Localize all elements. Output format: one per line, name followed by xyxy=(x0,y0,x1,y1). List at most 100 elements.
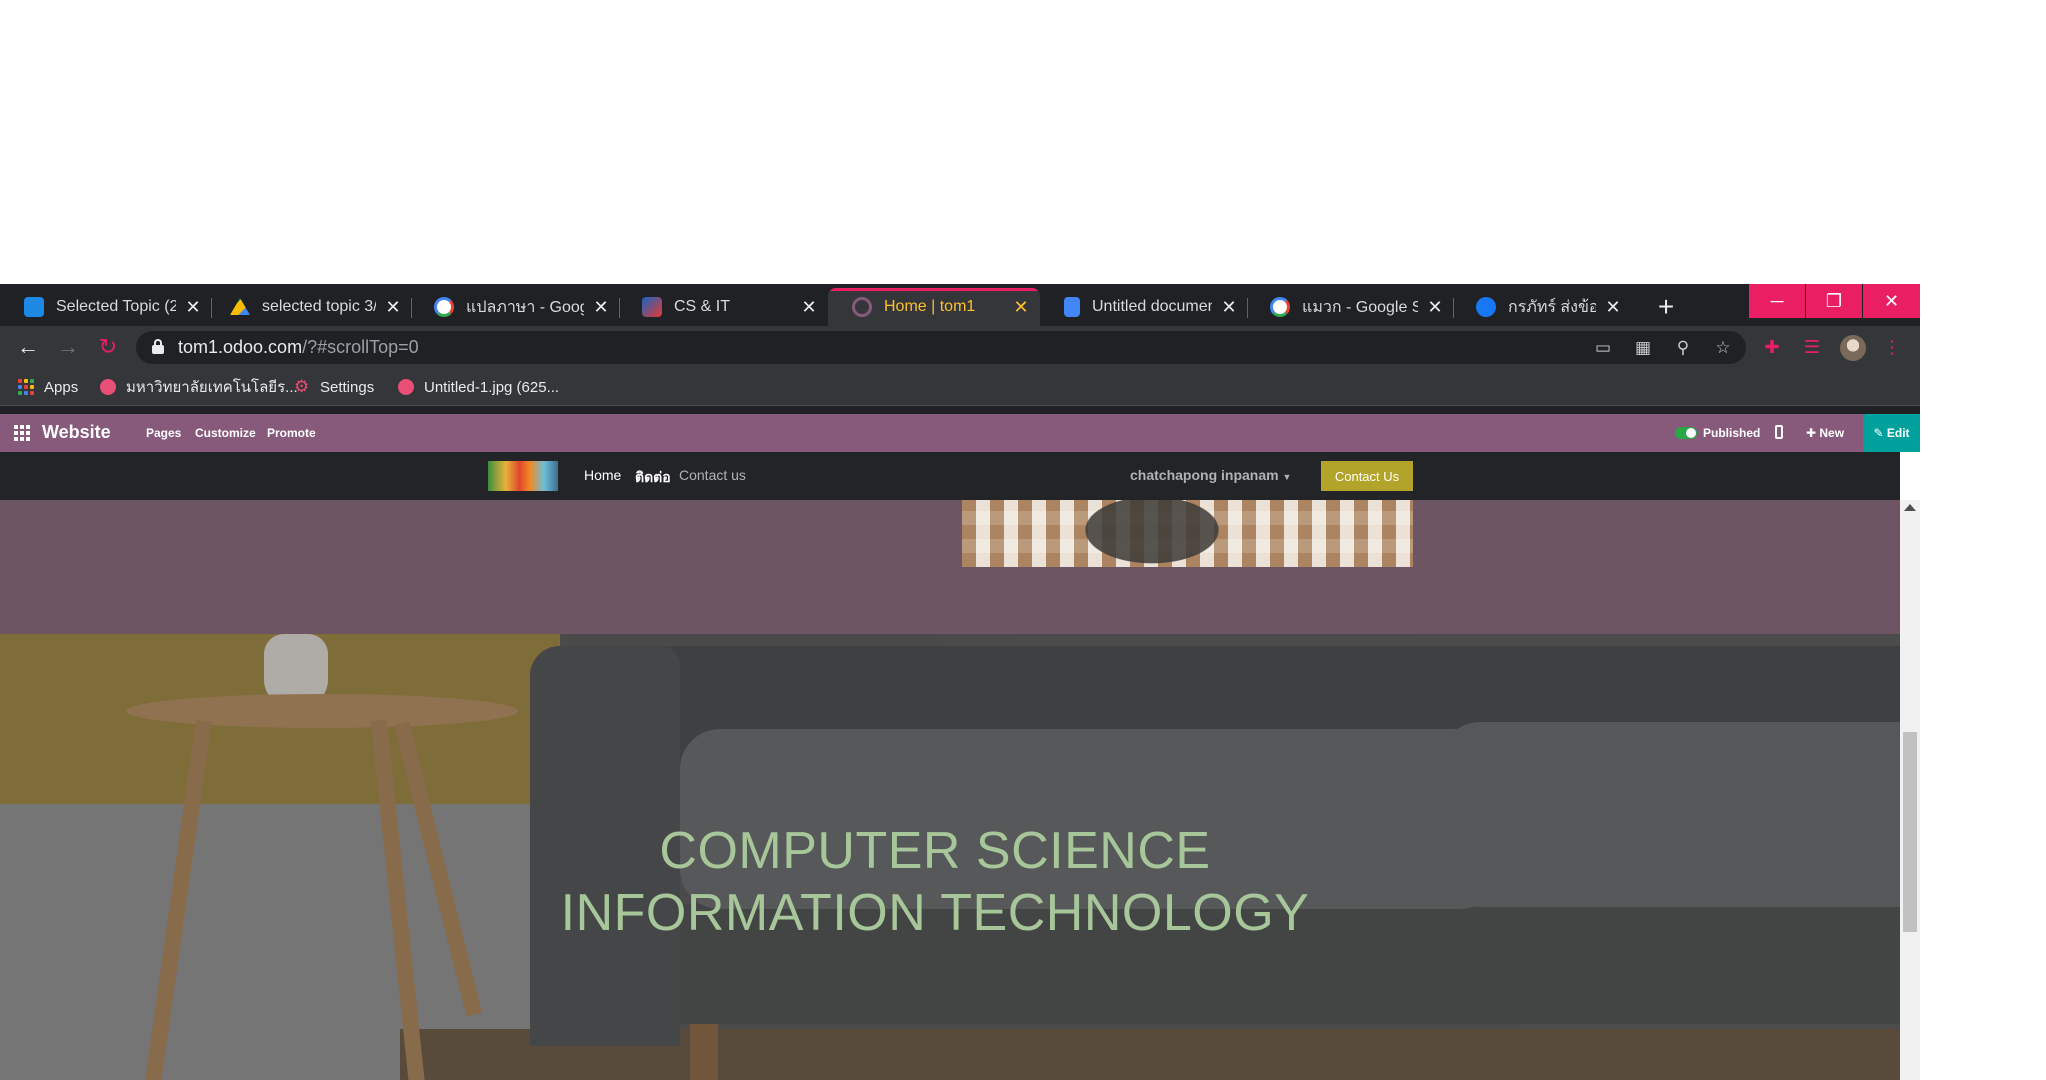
cast-icon[interactable]: ▭ xyxy=(1592,337,1614,359)
hero-title-line1: COMPUTER SCIENCE xyxy=(659,822,1211,880)
site-header: Home ติดต่อ Contact us chatchapong inpan… xyxy=(0,452,1900,500)
tab-title: กรภัทร์ ส่งข้อความถึงค xyxy=(1508,298,1596,316)
lock-icon[interactable] xyxy=(152,339,164,355)
close-icon[interactable]: ✕ xyxy=(1604,297,1622,318)
restore-button[interactable]: ❐ xyxy=(1806,284,1862,318)
nav-contact-us[interactable]: Contact us xyxy=(679,467,746,483)
hero-title-line2: INFORMATION TECHNOLOGY xyxy=(560,884,1310,942)
site-icon xyxy=(100,379,116,395)
user-name: chatchapong inpanam xyxy=(1130,467,1279,483)
bookmark-label: Untitled-1.jpg (625... xyxy=(424,378,560,396)
tab-title: แมวก - Google Sea xyxy=(1302,298,1418,316)
close-icon[interactable]: ✕ xyxy=(1220,297,1238,318)
bookmark-label: Settings xyxy=(320,378,375,396)
bookmark-university[interactable]: มหาวิทยาลัยเทคโนโลยีร... xyxy=(100,377,298,397)
address-bar[interactable]: tom1.odoo.com/?#scrollTop=0 ▭ ▦ ⚲ ☆ xyxy=(136,331,1746,364)
caret-down-icon: ▼ xyxy=(1282,472,1292,482)
odoo-icon xyxy=(852,297,872,317)
bookmarks-bar: Apps มหาวิทยาลัยเทคโนโลยีร... ⚙ Settings… xyxy=(0,368,1920,406)
apps-menu-icon[interactable] xyxy=(14,425,30,441)
browser-window: Selected Topic (2/2 ✕ selected topic 3/3… xyxy=(0,284,1920,1080)
star-icon[interactable]: ☆ xyxy=(1712,337,1734,359)
tab-facebook[interactable]: กรภัทร์ ส่งข้อความถึงค ✕ xyxy=(1452,288,1632,326)
screen: Selected Topic (2/2 ✕ selected topic 3/3… xyxy=(0,0,2046,1080)
scroll-up-arrow-icon[interactable] xyxy=(1904,504,1916,511)
content-band xyxy=(0,500,1900,634)
reading-list-icon[interactable]: ☰ xyxy=(1800,335,1824,359)
edit-label: Edit xyxy=(1886,426,1910,440)
google-icon xyxy=(434,297,454,317)
extensions-icon[interactable]: ✚ xyxy=(1760,335,1784,359)
url-path: /?#scrollTop=0 xyxy=(302,337,419,357)
site-icon xyxy=(398,379,414,395)
tab-selected-topic-3[interactable]: selected topic 3/3/ ✕ xyxy=(206,288,412,326)
published-toggle[interactable] xyxy=(1675,427,1697,439)
cat-image xyxy=(962,500,1413,567)
plus-icon: ✚ xyxy=(1806,426,1820,440)
google-classroom-icon xyxy=(24,297,44,317)
site-logo[interactable] xyxy=(488,461,558,491)
tab-cs-it[interactable]: CS & IT ✕ xyxy=(618,288,828,326)
address-bar-row: ← → ↻ tom1.odoo.com/?#scrollTop=0 ▭ ▦ ⚲ … xyxy=(0,326,1920,368)
menu-promote[interactable]: Promote xyxy=(267,426,316,440)
google-docs-icon xyxy=(1064,297,1080,317)
bookmark-label: มหาวิทยาลัยเทคโนโลยีร... xyxy=(126,379,298,396)
tab-title: Home | tom1 xyxy=(884,298,976,315)
facebook-icon xyxy=(1476,297,1496,317)
avatar[interactable] xyxy=(1840,335,1866,361)
mobile-preview-icon[interactable] xyxy=(1775,425,1783,439)
bookmark-apps[interactable]: Apps xyxy=(18,377,78,397)
new-button[interactable]: ✚ New xyxy=(1806,426,1844,440)
tab-google-translate[interactable]: แปลภาษา - Google ✕ xyxy=(410,288,620,326)
forward-button[interactable]: → xyxy=(54,334,82,362)
menu-customize[interactable]: Customize xyxy=(195,426,256,440)
close-icon[interactable]: ✕ xyxy=(1426,297,1444,318)
user-menu[interactable]: chatchapong inpanam ▼ xyxy=(1130,467,1291,483)
close-icon[interactable]: ✕ xyxy=(800,297,818,318)
published-label[interactable]: Published xyxy=(1703,426,1760,440)
nav-contact-thai[interactable]: ติดต่อ xyxy=(635,467,671,489)
tab-title: แปลภาษา - Google xyxy=(466,298,584,316)
url-host: tom1.odoo.com xyxy=(178,337,303,357)
minimize-button[interactable]: ─ xyxy=(1749,284,1805,318)
nav-home[interactable]: Home xyxy=(584,467,621,483)
menu-icon[interactable]: ⋮ xyxy=(1880,335,1904,359)
pencil-icon: ✎ xyxy=(1873,426,1887,440)
google-icon xyxy=(1270,297,1290,317)
zoom-icon[interactable]: ⚲ xyxy=(1672,337,1694,359)
edit-button[interactable]: ✎ Edit xyxy=(1863,414,1920,452)
reload-button[interactable]: ↻ xyxy=(94,334,122,362)
tab-selected-topic-2[interactable]: Selected Topic (2/2 ✕ xyxy=(0,288,212,326)
url-text[interactable]: tom1.odoo.com/?#scrollTop=0 xyxy=(178,337,419,358)
close-window-button[interactable]: ✕ xyxy=(1863,284,1920,318)
odoo-brand[interactable]: Website xyxy=(42,422,111,443)
hero-section: COMPUTER SCIENCE INFORMATION TECHNOLOGY xyxy=(0,634,1900,1080)
odoo-site-icon xyxy=(642,297,662,317)
close-icon[interactable]: ✕ xyxy=(384,297,402,318)
bookmark-label: Apps xyxy=(44,378,79,396)
odoo-editor-bar: Website Pages Customize Promote Publishe… xyxy=(0,414,1920,452)
back-button[interactable]: ← xyxy=(14,334,42,362)
bookmark-settings[interactable]: ⚙ Settings xyxy=(294,377,374,397)
new-label: New xyxy=(1819,426,1845,440)
tab-strip: Selected Topic (2/2 ✕ selected topic 3/3… xyxy=(0,284,1920,326)
tab-title: Selected Topic (2/2 xyxy=(56,298,176,315)
page-viewport: Home ติดต่อ Contact us chatchapong inpan… xyxy=(0,452,1920,1080)
new-tab-button[interactable]: + xyxy=(1650,292,1682,324)
bookmark-untitled-jpg[interactable]: Untitled-1.jpg (625... xyxy=(398,377,559,397)
close-icon[interactable]: ✕ xyxy=(184,297,202,318)
gear-icon: ⚙ xyxy=(294,377,310,396)
close-icon[interactable]: ✕ xyxy=(1012,297,1030,318)
qr-code-icon[interactable]: ▦ xyxy=(1632,337,1654,359)
google-drive-icon xyxy=(230,298,250,315)
menu-pages[interactable]: Pages xyxy=(146,426,181,440)
apps-grid-icon xyxy=(18,379,34,395)
tab-untitled-document[interactable]: Untitled document ✕ xyxy=(1040,288,1248,326)
tab-home-tom1[interactable]: Home | tom1 ✕ xyxy=(828,288,1040,326)
tab-title: Untitled document xyxy=(1092,298,1212,315)
contact-us-button[interactable]: Contact Us xyxy=(1321,461,1413,491)
scrollbar-thumb[interactable] xyxy=(1903,732,1917,932)
tab-title: selected topic 3/3/ xyxy=(262,298,376,315)
tab-google-search[interactable]: แมวก - Google Sea ✕ xyxy=(1246,288,1454,326)
close-icon[interactable]: ✕ xyxy=(592,297,610,318)
